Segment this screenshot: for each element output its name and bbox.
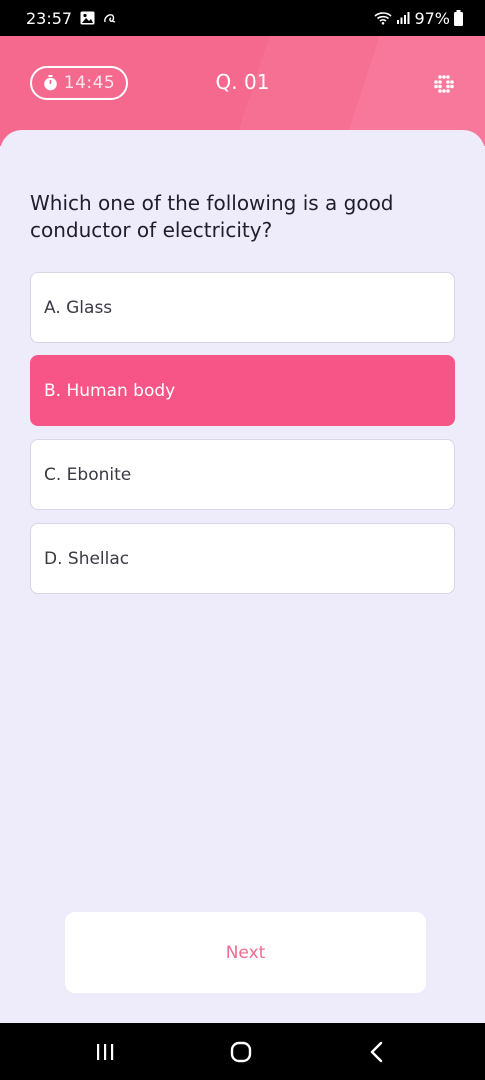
status-right: 97% — [374, 9, 463, 28]
assistant-icon — [103, 12, 117, 24]
wifi-icon — [374, 11, 393, 25]
grid-dots-icon[interactable] — [432, 72, 456, 96]
next-label: Next — [225, 942, 266, 963]
home-icon[interactable] — [228, 1039, 254, 1065]
battery-icon — [454, 10, 463, 26]
next-button[interactable]: Next — [65, 912, 426, 993]
signal-icon — [396, 11, 410, 25]
gallery-icon — [80, 11, 95, 25]
status-bar: 23:57 97% — [0, 0, 485, 36]
option-label: C. Ebonite — [44, 464, 132, 485]
option-label: D. Shellac — [44, 548, 130, 569]
option-label: A. Glass — [44, 297, 113, 318]
quiz-screen: 23:57 97% 14:45 Q. 01 Which one of the f… — [0, 0, 485, 1080]
question-card: Which one of the following is a good con… — [0, 130, 485, 1023]
status-time: 23:57 — [26, 8, 73, 28]
back-icon[interactable] — [364, 1039, 390, 1065]
option-a[interactable]: A. Glass — [30, 272, 455, 343]
option-b[interactable]: B. Human body — [30, 355, 455, 426]
battery-text: 97% — [414, 8, 450, 28]
option-c[interactable]: C. Ebonite — [30, 439, 455, 510]
recent-apps-icon[interactable] — [92, 1039, 118, 1065]
navigation-bar — [0, 1023, 485, 1080]
option-d[interactable]: D. Shellac — [30, 523, 455, 594]
option-label: B. Human body — [44, 380, 176, 401]
question-text: Which one of the following is a good con… — [30, 191, 394, 242]
status-left: 23:57 — [26, 9, 117, 28]
question-number: Q. 01 — [215, 70, 270, 94]
